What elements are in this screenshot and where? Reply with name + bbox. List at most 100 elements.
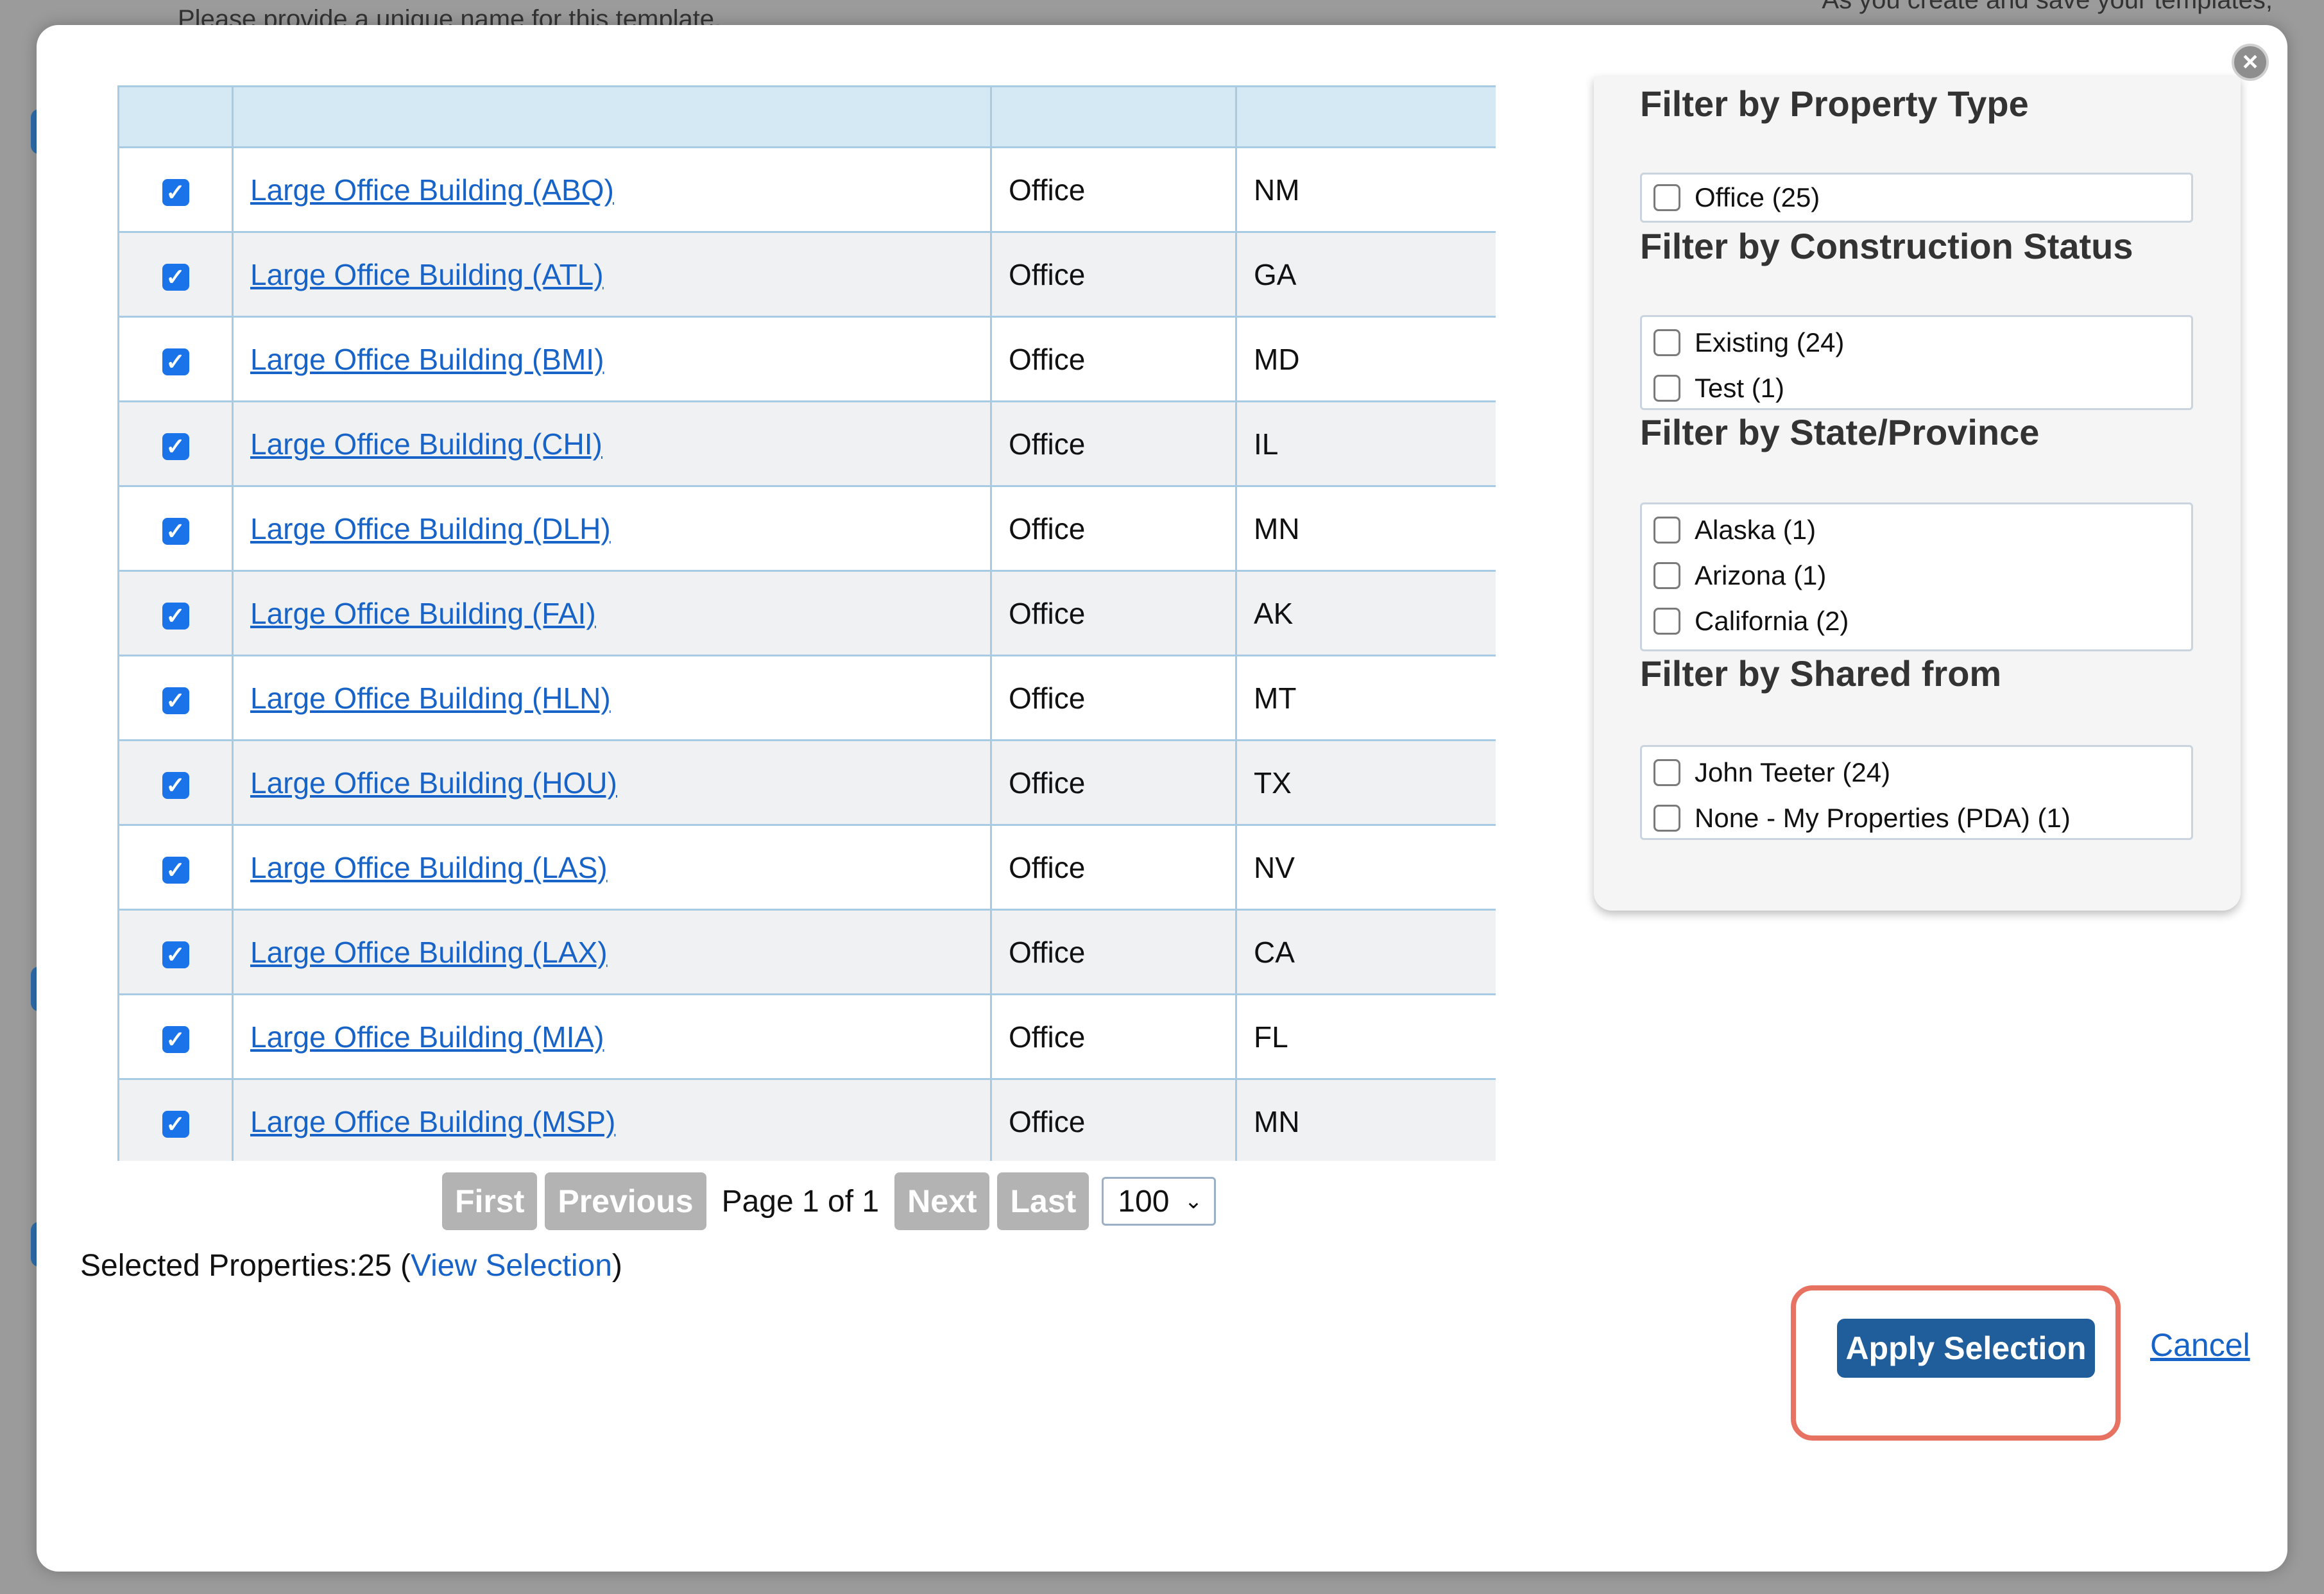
filter-option-label: Alaska (1)	[1695, 514, 1816, 545]
filter-option[interactable]: Office (25)	[1642, 175, 2191, 220]
row-checkbox[interactable]: ✓	[162, 602, 189, 630]
filter-checkbox[interactable]	[1653, 329, 1680, 356]
filter-checkbox[interactable]	[1653, 758, 1680, 786]
filter-option-label: California (2)	[1695, 605, 1849, 636]
filter-shared-from-list: John Teeter (24) None - My Properties (PD…	[1640, 745, 2193, 840]
view-selection-link[interactable]: View Selection	[411, 1249, 612, 1283]
property-state-cell: FL	[1235, 993, 1496, 1080]
table-row: ✓ Large Office Building (CHI) Office IL	[117, 400, 1496, 487]
row-checkbox[interactable]: ✓	[162, 517, 189, 545]
page-size-select[interactable]: 100 ⌄	[1102, 1177, 1217, 1226]
filter-construction-status-list: Existing (24) Test (1)	[1640, 315, 2193, 410]
table-row: ✓ Large Office Building (MSP) Office MN	[117, 1078, 1496, 1161]
property-type-cell: Office	[990, 570, 1237, 656]
row-checkbox[interactable]: ✓	[162, 856, 189, 884]
row-checkbox[interactable]: ✓	[162, 941, 189, 968]
row-checkbox[interactable]: ✓	[162, 348, 189, 375]
filter-option[interactable]: Existing (24)	[1642, 320, 2191, 365]
table-row: ✓ Large Office Building (ABQ) Office NM	[117, 146, 1496, 233]
property-type-cell: Office	[990, 655, 1237, 741]
selected-properties-summary: Selected Properties:25 (View Selection)	[80, 1248, 622, 1283]
row-checkbox[interactable]: ✓	[162, 1110, 189, 1138]
property-type-cell: Office	[990, 739, 1237, 826]
row-select-cell: ✓	[117, 824, 234, 911]
property-name-cell: Large Office Building (LAX)	[232, 909, 992, 995]
properties-table-scroll[interactable]: ✓ Large Office Building (ABQ) Office NM ✓ Lar…	[117, 85, 1496, 1161]
property-name-cell: Large Office Building (HLN)	[232, 655, 992, 741]
apply-selection-button[interactable]: Apply Selection	[1837, 1319, 2095, 1378]
background-info-text: As you create and save your templates,	[1822, 0, 2273, 14]
property-name-cell: Large Office Building (BMI)	[232, 316, 992, 402]
property-link[interactable]: Large Office Building (HOU)	[250, 766, 617, 800]
table-row: ✓ Large Office Building (LAX) Office CA	[117, 909, 1496, 995]
property-state-cell: IL	[1235, 400, 1496, 487]
filter-option[interactable]: None - My Properties (PDA) (1)	[1642, 795, 2191, 838]
filter-option-label: John Teeter (24)	[1695, 757, 1891, 787]
table-row: ✓ Large Office Building (HLN) Office MT	[117, 655, 1496, 741]
filter-checkbox[interactable]	[1653, 184, 1680, 211]
filter-property-type-title: Filter by Property Type	[1640, 83, 2029, 124]
property-type-cell: Office	[990, 231, 1237, 318]
filter-option[interactable]: Arizona (1)	[1642, 553, 2191, 598]
property-state-cell: MN	[1235, 485, 1496, 572]
property-link[interactable]: Large Office Building (ABQ)	[250, 173, 614, 207]
row-checkbox[interactable]: ✓	[162, 771, 189, 799]
property-link[interactable]: Large Office Building (LAS)	[250, 851, 608, 884]
filter-checkbox[interactable]	[1653, 516, 1680, 544]
property-link[interactable]: Large Office Building (CHI)	[250, 427, 602, 461]
property-link[interactable]: Large Office Building (FAI)	[250, 597, 596, 630]
filter-checkbox[interactable]	[1653, 561, 1680, 589]
property-link[interactable]: Large Office Building (ATL)	[250, 258, 604, 291]
filter-option-label: None - My Properties (PDA) (1)	[1695, 802, 2071, 833]
property-type-cell: Office	[990, 316, 1237, 402]
property-name-cell: Large Office Building (DLH)	[232, 485, 992, 572]
filter-checkbox[interactable]	[1653, 374, 1680, 402]
property-link[interactable]: Large Office Building (BMI)	[250, 343, 604, 376]
property-state-cell: MT	[1235, 655, 1496, 741]
first-page-button[interactable]: First	[442, 1172, 538, 1230]
checkmark-icon: ✓	[166, 771, 185, 798]
close-icon[interactable]: ×	[2232, 44, 2269, 81]
table-row: ✓ Large Office Building (FAI) Office AK	[117, 570, 1496, 656]
property-link[interactable]: Large Office Building (MIA)	[250, 1020, 604, 1054]
property-type-cell: Office	[990, 1078, 1237, 1161]
last-page-button[interactable]: Last	[997, 1172, 1089, 1230]
property-link[interactable]: Large Office Building (LAX)	[250, 936, 608, 969]
checkmark-icon: ✓	[166, 602, 185, 629]
row-select-cell: ✓	[117, 909, 234, 995]
table-row: ✓ Large Office Building (MIA) Office FL	[117, 993, 1496, 1080]
filter-option[interactable]: Test (1)	[1642, 365, 2191, 408]
property-link[interactable]: Large Office Building (HLN)	[250, 681, 611, 715]
filter-state-title: Filter by State/Province	[1640, 412, 2040, 452]
cancel-link[interactable]: Cancel	[2150, 1326, 2250, 1364]
filter-option[interactable]: California (2)	[1642, 598, 2191, 644]
checkmark-icon: ✓	[166, 433, 185, 459]
checkmark-icon: ✓	[166, 263, 185, 290]
table-row: ✓ Large Office Building (HOU) Office TX	[117, 739, 1496, 826]
row-checkbox[interactable]: ✓	[162, 178, 189, 206]
header-type	[990, 85, 1237, 148]
row-checkbox[interactable]: ✓	[162, 433, 189, 460]
filter-checkbox[interactable]	[1653, 804, 1680, 832]
property-link[interactable]: Large Office Building (MSP)	[250, 1105, 615, 1138]
property-state-cell: AK	[1235, 570, 1496, 656]
filter-construction-status-title: Filter by Construction Status	[1640, 226, 2133, 266]
header-state	[1235, 85, 1496, 148]
table-row: ✓ Large Office Building (DLH) Office MN	[117, 485, 1496, 572]
property-type-cell: Office	[990, 146, 1237, 233]
property-type-cell: Office	[990, 400, 1237, 487]
filter-checkbox[interactable]	[1653, 607, 1680, 635]
page-size-value: 100	[1118, 1184, 1170, 1219]
filter-option[interactable]: John Teeter (24)	[1642, 750, 2191, 795]
row-checkbox[interactable]: ✓	[162, 687, 189, 714]
filter-shared-from-title: Filter by Shared from	[1640, 653, 2002, 694]
row-checkbox[interactable]: ✓	[162, 1025, 189, 1053]
property-link[interactable]: Large Office Building (DLH)	[250, 512, 611, 545]
previous-page-button[interactable]: Previous	[545, 1172, 706, 1230]
filter-option[interactable]: Alaska (1)	[1642, 507, 2191, 553]
row-checkbox[interactable]: ✓	[162, 263, 189, 291]
filter-state-list[interactable]: Alaska (1) Arizona (1) California (2)	[1640, 502, 2193, 651]
checkmark-icon: ✓	[166, 687, 185, 714]
property-type-cell: Office	[990, 485, 1237, 572]
next-page-button[interactable]: Next	[894, 1172, 990, 1230]
